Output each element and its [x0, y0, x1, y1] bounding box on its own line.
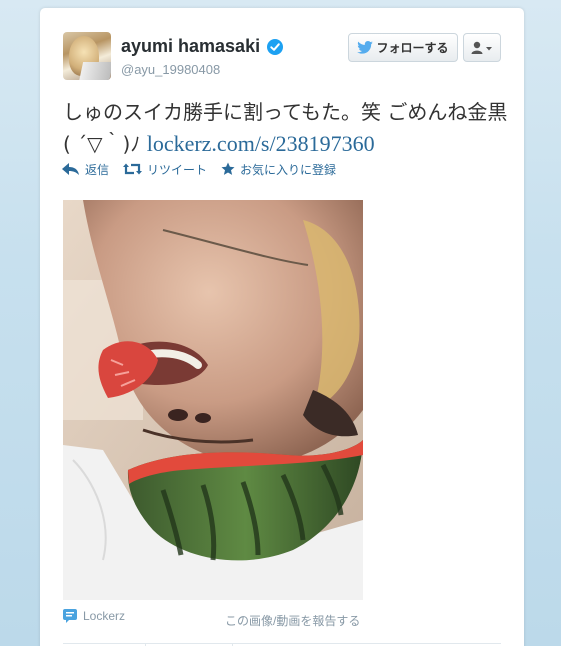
user-handle[interactable]: @ayu_19980408	[121, 62, 220, 77]
favorite-action[interactable]: お気に入りに登録	[221, 161, 336, 178]
tweet-link[interactable]: lockerz.com/s/238197360	[147, 131, 375, 156]
media-source-label: Lockerz	[83, 609, 126, 623]
star-icon	[221, 162, 235, 175]
photo-illustration	[63, 200, 363, 600]
report-media-link[interactable]: この画像/動画を報告する	[225, 612, 360, 629]
avatar[interactable]	[63, 32, 111, 80]
tweet-emoticon: ( ´▽｀)ﾉ	[63, 132, 147, 156]
reply-action[interactable]: 返信	[62, 161, 109, 178]
display-name[interactable]: ayumi hamasaki	[121, 36, 260, 57]
reply-label: 返信	[85, 162, 110, 177]
retweet-action[interactable]: リツイート	[123, 161, 207, 178]
user-dropdown-icon	[471, 41, 492, 54]
divider	[63, 643, 501, 644]
media-source[interactable]: Lockerz	[63, 609, 125, 623]
reply-icon	[62, 163, 79, 175]
avatar-dress	[78, 62, 111, 80]
twitter-bird-icon	[357, 41, 374, 54]
tweet-text-line2: ( ´▽｀)ﾉ lockerz.com/s/238197360	[63, 128, 508, 160]
retweet-label: リツイート	[147, 162, 208, 177]
verified-badge-icon	[267, 39, 283, 55]
user-actions-dropdown[interactable]	[463, 33, 501, 62]
tweet-text-line1: しゅのスイカ勝手に割ってもた。笑 ごめんね金黒	[63, 100, 508, 124]
tweet-card: ayumi hamasaki @ayu_19980408 フォローする しゅのス…	[40, 8, 524, 646]
tweet-text: しゅのスイカ勝手に割ってもた。笑 ごめんね金黒 ( ´▽｀)ﾉ lockerz.…	[63, 96, 508, 160]
tweet-actions: 返信 リツイート お気に入りに登録	[62, 160, 336, 178]
tweet-photo[interactable]	[63, 200, 363, 600]
favorite-label: お気に入りに登録	[240, 162, 337, 177]
lockerz-icon	[63, 609, 77, 623]
retweet-icon	[123, 163, 143, 175]
follow-button[interactable]: フォローする	[348, 33, 458, 62]
follow-button-label: フォローする	[376, 41, 449, 55]
